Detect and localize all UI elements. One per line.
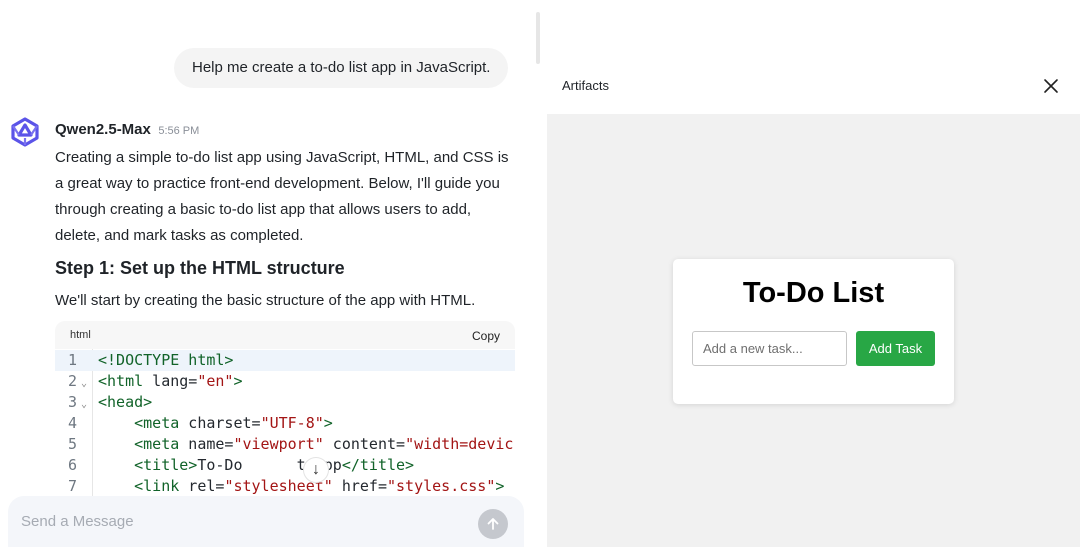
todo-app-card: To-Do List Add Task (673, 259, 954, 404)
message-composer (8, 496, 524, 547)
user-message: Help me create a to-do list app in JavaS… (174, 48, 509, 88)
qwen-logo-icon (11, 117, 39, 147)
step-heading: Step 1: Set up the HTML structure (55, 258, 345, 278)
line-number: 3 (67, 393, 77, 411)
code-line: 4 <meta charset="UTF-8"> (55, 413, 515, 434)
line-number: 5 (67, 435, 77, 453)
artifacts-pane: Artifacts To-Do List Add Task (547, 0, 1080, 547)
code-text: <meta name="viewport" content="width=dev… (134, 435, 514, 453)
message-header: Qwen2.5-Max 5:56 PM (55, 121, 199, 139)
todo-heading: To-Do List (742, 277, 885, 309)
step-description: We'll start by creating the basic struct… (55, 292, 476, 309)
line-number: 2 (67, 372, 77, 390)
add-task-button[interactable]: Add Task (856, 331, 935, 366)
code-block[interactable]: html Copy 1 <!DOCTYPE html> 2 ⌄ <html lang="… (55, 321, 515, 521)
intro-line: Creating a simple to-do list app using J… (55, 149, 509, 166)
chat-pane: Help me create a to-do list app in JavaS… (0, 0, 547, 547)
line-number: 6 (67, 456, 77, 474)
line-number: 4 (67, 414, 77, 432)
code-text: <link rel="stylesheet" href="styles.css"… (134, 477, 505, 495)
code-line: 6 <title>To-Do t App</title> (55, 455, 515, 476)
message-intro: Creating a simple to-do list app using J… (55, 145, 517, 249)
code-text: <meta charset="UTF-8"> (134, 414, 333, 432)
code-line: 3 ⌄ <head> (55, 392, 515, 413)
code-text: <head> (98, 393, 153, 411)
artifacts-title: Artifacts (562, 78, 609, 93)
code-text: <title>To-Do t App</title> (134, 456, 415, 474)
fold-chevron-icon[interactable]: ⌄ (81, 394, 87, 415)
fold-chevron-icon[interactable]: ⌄ (81, 373, 87, 394)
message-time: 5:56 PM (158, 125, 200, 137)
send-button[interactable] (478, 509, 508, 539)
code-text: <!DOCTYPE html> (98, 351, 234, 369)
code-line: 1 <!DOCTYPE html> (55, 350, 515, 371)
code-header: html Copy (55, 321, 515, 349)
intro-line: delete, and mark tasks as completed. (55, 227, 304, 244)
artifacts-header: Artifacts (547, 0, 1080, 114)
copy-button[interactable]: Copy (472, 329, 500, 343)
arrow-up-icon (487, 518, 499, 530)
close-icon[interactable] (1042, 77, 1060, 95)
code-line: 2 ⌄ <html lang="en"> (55, 371, 515, 392)
intro-line: through creating a basic to-do list app … (55, 201, 472, 218)
chat-scrollbar[interactable] (536, 12, 540, 64)
code-line: 7 <link rel="stylesheet" href="styles.cs… (55, 476, 515, 497)
line-number: 1 (67, 351, 77, 369)
intro-line: a great way to practice front-end develo… (55, 175, 500, 192)
code-text: <html lang="en"> (98, 372, 243, 390)
code-line: 5 <meta name="viewport" content="width=d… (55, 434, 515, 455)
message-input[interactable] (21, 510, 461, 532)
code-language: html (70, 329, 91, 341)
line-number: 7 (67, 477, 77, 495)
model-name: Qwen2.5-Max (55, 121, 151, 138)
scroll-down-button[interactable]: ↓ (303, 457, 329, 483)
app-window: Help me create a to-do list app in JavaS… (0, 0, 1080, 547)
new-task-input[interactable] (692, 331, 847, 366)
